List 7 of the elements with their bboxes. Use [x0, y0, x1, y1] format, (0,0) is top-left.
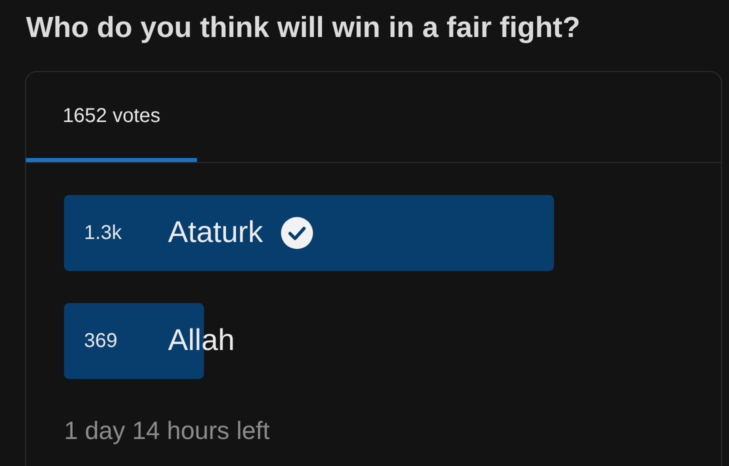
option-label: Allah [168, 324, 235, 358]
votes-tab[interactable]: 1652 votes [26, 72, 197, 162]
option-label: Ataturk [168, 216, 264, 250]
poll-question: Who do you think will win in a fair fight? [25, 11, 582, 46]
vote-count: 1.3k [83, 222, 123, 244]
vote-count: 369 [83, 330, 118, 352]
time-left: 1 day 14 hours left [63, 416, 271, 446]
